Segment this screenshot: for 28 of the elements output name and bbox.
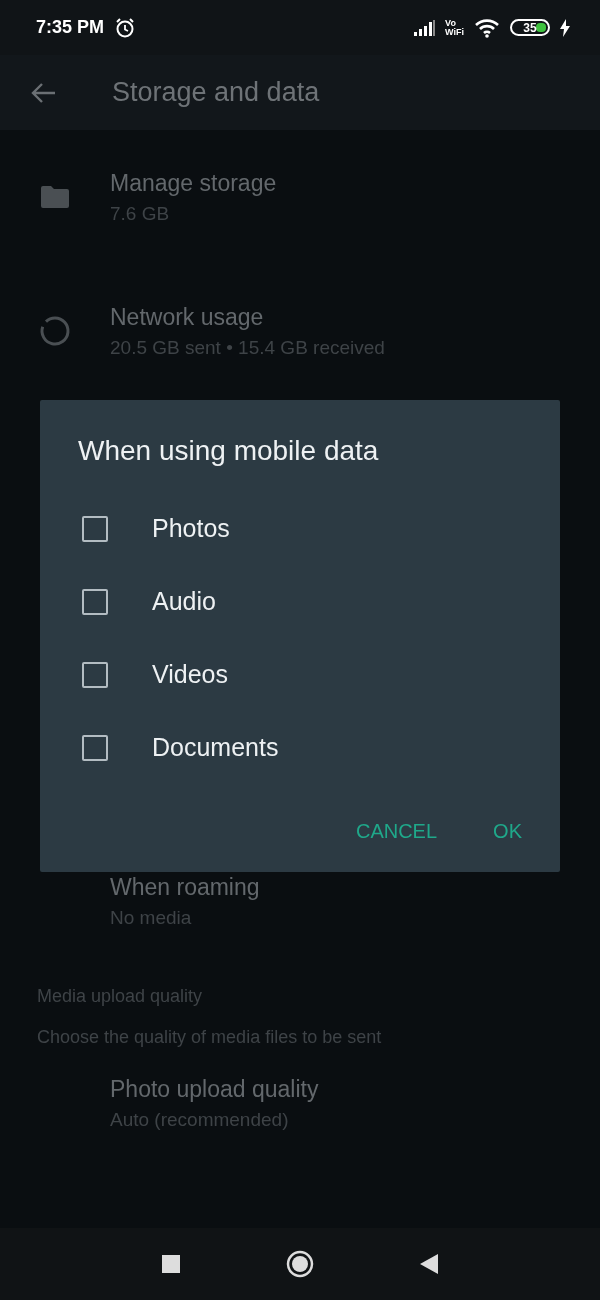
back-arrow-icon[interactable]	[30, 81, 56, 104]
home-circle-icon[interactable]	[286, 1250, 314, 1278]
clock-time: 7:35 PM	[36, 17, 105, 38]
dialog-title: When using mobile data	[78, 434, 380, 468]
setting-title[interactable]: When roaming	[110, 874, 260, 901]
option-label[interactable]: Audio	[152, 587, 216, 616]
back-triangle-icon[interactable]	[420, 1254, 438, 1274]
wifi-icon	[474, 17, 500, 38]
option-label[interactable]: Videos	[152, 660, 228, 689]
folder-icon	[40, 185, 70, 209]
setting-title[interactable]: Manage storage	[110, 169, 277, 197]
dialog-button[interactable]: CANCEL	[345, 814, 448, 849]
checkbox[interactable]	[82, 588, 108, 615]
checkbox[interactable]	[82, 661, 108, 688]
screen-title: Storage and data	[112, 77, 320, 108]
setting-title[interactable]: Network usage	[110, 303, 385, 331]
setting-title[interactable]: Photo upload quality	[110, 1075, 319, 1103]
option-label[interactable]: Documents	[152, 733, 279, 762]
signal-icon	[413, 19, 436, 36]
checkbox[interactable]	[82, 734, 108, 761]
vowifi-label: Vo	[445, 18, 457, 28]
circular-progress-icon	[39, 315, 71, 347]
battery-indicator: 35	[510, 19, 550, 36]
charging-icon	[560, 18, 570, 37]
dialog-button[interactable]: OK	[483, 814, 532, 849]
option-label[interactable]: Photos	[152, 514, 230, 543]
vowifi-label: WiFi	[445, 27, 464, 37]
checkbox[interactable]	[82, 515, 108, 542]
